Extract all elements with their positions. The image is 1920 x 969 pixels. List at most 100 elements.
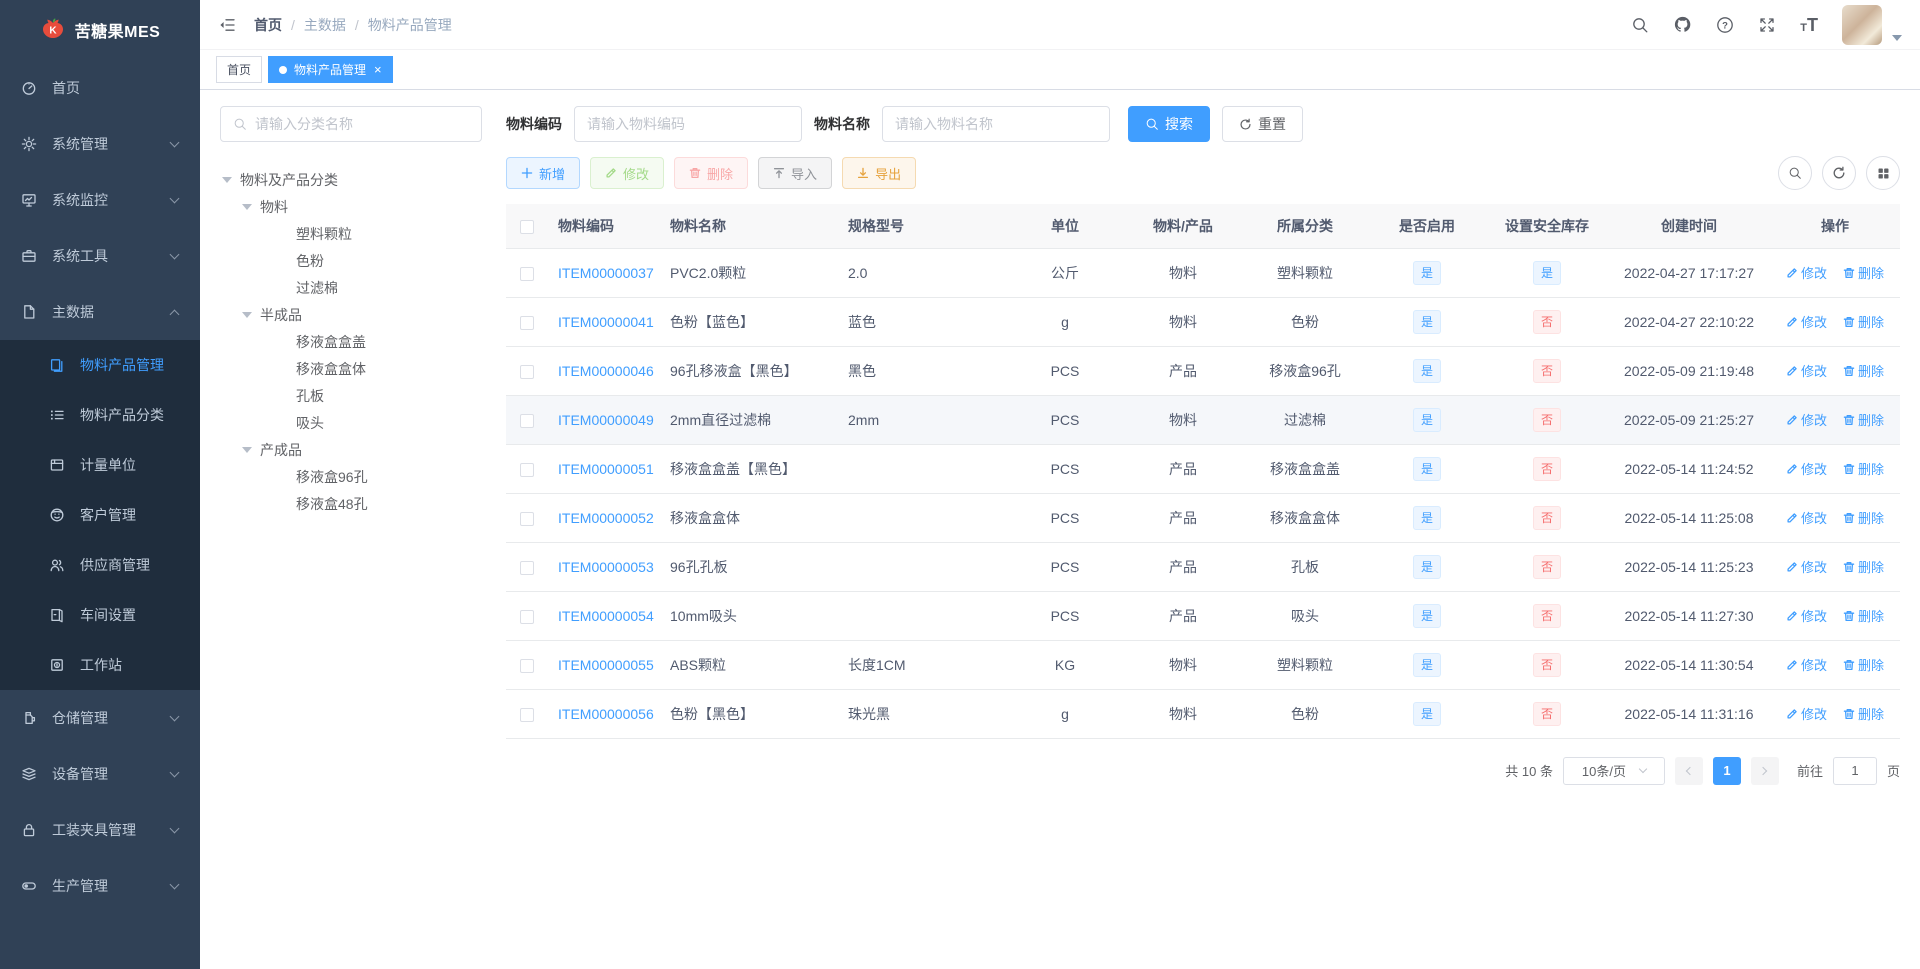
tree-node[interactable]: 过滤棉 [220,274,482,301]
sidebar-item-material-product-category[interactable]: 物料产品分类 [0,390,200,440]
sidebar-item-supplier-management[interactable]: 供应商管理 [0,540,200,590]
tree-search-input[interactable] [255,116,469,132]
goto-page-input[interactable] [1832,756,1877,785]
tree-node[interactable]: 移液盒盒盖 [220,328,482,355]
row-checkbox[interactable] [520,511,534,526]
row-checkbox[interactable] [520,609,534,624]
sidebar-item-home[interactable]: 首页 [0,60,200,116]
row-checkbox[interactable] [520,560,534,575]
breadcrumb-master-data[interactable]: 主数据 [304,15,346,35]
material-code-link[interactable]: ITEM00000056 [558,706,654,722]
font-size-icon[interactable]: TT [1800,16,1818,34]
row-edit-link[interactable]: 修改 [1786,459,1827,478]
sidebar-item-system-monitoring[interactable]: 系统监控 [0,172,200,228]
sidebar-item-workshop-settings[interactable]: 车间设置 [0,590,200,640]
row-edit-link[interactable]: 修改 [1786,361,1827,380]
sidebar-item-material-product-management[interactable]: 物料产品管理 [0,340,200,390]
material-code-link[interactable]: ITEM00000046 [558,363,654,379]
fullscreen-icon[interactable] [1758,16,1776,34]
row-checkbox[interactable] [520,315,534,330]
tree-node[interactable]: 移液盒96孔 [220,463,482,490]
sidebar-item-customer-management[interactable]: 客户管理 [0,490,200,540]
material-code-link[interactable]: ITEM00000055 [558,657,654,673]
row-checkbox[interactable] [520,266,534,281]
sidebar-item-production-management[interactable]: 生产管理 [0,858,200,914]
sidebar-item-master-data[interactable]: 主数据 [0,284,200,340]
close-icon[interactable] [374,63,382,76]
tree-node[interactable]: 色粉 [220,247,482,274]
export-button[interactable]: 导出 [842,157,917,189]
row-edit-link[interactable]: 修改 [1786,410,1827,429]
sidebar-fold-icon[interactable] [218,16,236,34]
row-checkbox[interactable] [520,413,534,428]
tree-node[interactable]: 塑料颗粒 [220,220,482,247]
search-button[interactable]: 搜索 [1128,106,1210,142]
refresh-table-button[interactable] [1822,156,1856,190]
sidebar-item-workstation[interactable]: 工作站 [0,640,200,690]
sidebar-item-system-tools[interactable]: 系统工具 [0,228,200,284]
tree-node[interactable]: 吸头 [220,409,482,436]
sidebar-item-system-management[interactable]: 系统管理 [0,116,200,172]
select-all-checkbox[interactable] [520,219,534,234]
page-number-1[interactable]: 1 [1712,756,1741,785]
page-size-select[interactable]: 10条/页 [1562,756,1665,785]
user-avatar[interactable] [1842,4,1882,45]
material-code-link[interactable]: ITEM00000051 [558,461,654,477]
delete-button[interactable]: 删除 [674,157,749,189]
tree-node[interactable]: 移液盒盒体 [220,355,482,382]
add-button[interactable]: 新增 [506,157,581,189]
row-edit-link[interactable]: 修改 [1786,557,1827,576]
row-checkbox[interactable] [520,364,534,379]
row-edit-link[interactable]: 修改 [1786,263,1827,282]
avatar-dropdown-caret-icon[interactable] [1892,34,1902,41]
row-edit-link[interactable]: 修改 [1786,312,1827,331]
sidebar-item-measure-unit[interactable]: 计量单位 [0,440,200,490]
tree-node[interactable]: 移液盒48孔 [220,490,482,517]
next-page-button[interactable] [1750,756,1779,785]
row-delete-link[interactable]: 删除 [1843,704,1884,723]
header-search-icon[interactable] [1631,16,1649,34]
row-edit-link[interactable]: 修改 [1786,606,1827,625]
edit-button[interactable]: 修改 [590,157,665,189]
material-code-link[interactable]: ITEM00000054 [558,608,654,624]
breadcrumb-home[interactable]: 首页 [254,15,282,35]
material-code-link[interactable]: ITEM00000041 [558,314,654,330]
material-code-link[interactable]: ITEM00000053 [558,559,654,575]
material-name-input[interactable] [895,116,1097,132]
tree-node[interactable]: 产成品 [220,436,482,463]
row-delete-link[interactable]: 删除 [1843,410,1884,429]
material-code-link[interactable]: ITEM00000049 [558,412,654,428]
toggle-search-button[interactable] [1778,156,1812,190]
tab-material-product-management[interactable]: 物料产品管理 [268,56,393,83]
row-delete-link[interactable]: 删除 [1843,459,1884,478]
row-checkbox[interactable] [520,707,534,722]
sidebar-item-warehouse-management[interactable]: 仓储管理 [0,690,200,746]
tree-node[interactable]: 物料 [220,193,482,220]
tab-home[interactable]: 首页 [216,56,263,83]
help-icon[interactable]: ? [1716,16,1734,34]
tree-node[interactable]: 半成品 [220,301,482,328]
row-edit-link[interactable]: 修改 [1786,508,1827,527]
row-delete-link[interactable]: 删除 [1843,361,1884,380]
tree-node[interactable]: 物料及产品分类 [220,166,482,193]
row-delete-link[interactable]: 删除 [1843,263,1884,282]
sidebar-item-equipment-management[interactable]: 设备管理 [0,746,200,802]
material-code-input[interactable] [587,116,789,132]
row-delete-link[interactable]: 删除 [1843,557,1884,576]
row-delete-link[interactable]: 删除 [1843,606,1884,625]
prev-page-button[interactable] [1674,756,1703,785]
column-settings-button[interactable] [1866,156,1900,190]
reset-button[interactable]: 重置 [1222,106,1303,142]
github-icon[interactable] [1673,15,1692,34]
row-checkbox[interactable] [520,462,534,477]
row-delete-link[interactable]: 删除 [1843,508,1884,527]
sidebar-item-fixture-management[interactable]: 工装夹具管理 [0,802,200,858]
import-button[interactable]: 导入 [758,157,833,189]
tree-node[interactable]: 孔板 [220,382,482,409]
row-delete-link[interactable]: 删除 [1843,655,1884,674]
material-code-link[interactable]: ITEM00000052 [558,510,654,526]
row-checkbox[interactable] [520,658,534,673]
material-code-link[interactable]: ITEM00000037 [558,265,654,281]
row-delete-link[interactable]: 删除 [1843,312,1884,331]
row-edit-link[interactable]: 修改 [1786,704,1827,723]
